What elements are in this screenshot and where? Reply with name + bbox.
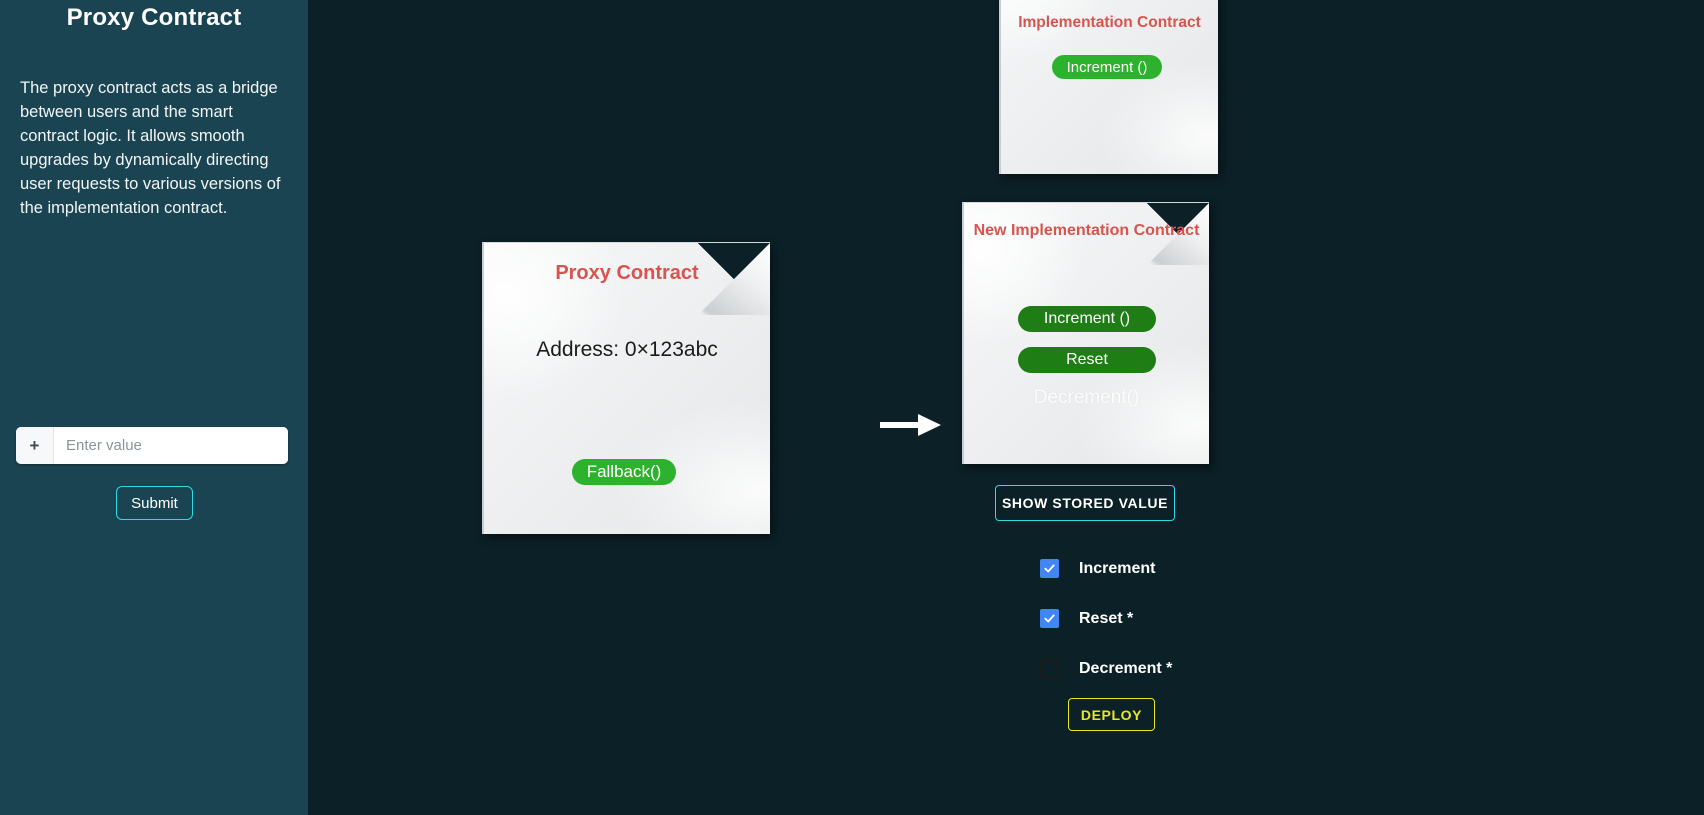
implementation-contract-title: Implementation Contract: [1018, 14, 1201, 31]
new-implementation-contract-title: New Implementation Contract: [973, 222, 1200, 239]
arrow-right-icon: [880, 412, 942, 438]
value-input[interactable]: [54, 427, 288, 464]
checkbox-label-decrement[interactable]: Decrement *: [1079, 660, 1172, 678]
new-impl-increment-pill[interactable]: Increment (): [1018, 306, 1156, 332]
submit-button[interactable]: Submit: [116, 486, 193, 520]
checkbox-reset[interactable]: [1040, 609, 1059, 628]
main-canvas: Implementation Contract Increment () Pro…: [308, 0, 1704, 815]
checkbox-increment[interactable]: [1040, 559, 1059, 578]
paper-sheen: [484, 243, 770, 534]
paper-sheen: [964, 203, 1209, 464]
deploy-button[interactable]: DEPLOY: [1068, 698, 1155, 731]
value-input-group[interactable]: +: [16, 427, 288, 464]
proxy-contract-address: Address: 0×123abc: [536, 338, 718, 361]
page-title: Proxy Contract: [66, 4, 242, 31]
sidebar-description: The proxy contract acts as a bridge betw…: [20, 79, 281, 217]
show-stored-value-button[interactable]: SHOW STORED VALUE: [995, 485, 1175, 521]
proxy-contract-title: Proxy Contract: [555, 262, 699, 284]
fallback-pill[interactable]: Fallback(): [572, 459, 676, 485]
checkbox-row-reset[interactable]: Reset *: [1040, 609, 1133, 628]
plus-icon[interactable]: +: [16, 427, 54, 464]
checkbox-label-reset[interactable]: Reset *: [1079, 610, 1133, 628]
new-implementation-contract-card: New Implementation Contract Increment ()…: [962, 202, 1209, 464]
sidebar: Proxy Contract The proxy contract acts a…: [0, 0, 308, 815]
new-impl-decrement-label: Decrement(): [1033, 387, 1140, 408]
implementation-increment-pill[interactable]: Increment (): [1052, 55, 1162, 79]
checkbox-row-increment[interactable]: Increment: [1040, 559, 1155, 578]
implementation-contract-card: Implementation Contract Increment (): [999, 0, 1218, 174]
checkbox-row-decrement[interactable]: Decrement *: [1040, 659, 1172, 678]
new-impl-reset-pill[interactable]: Reset: [1018, 347, 1156, 373]
checkbox-decrement[interactable]: [1040, 659, 1059, 678]
proxy-contract-card: Proxy Contract Address: 0×123abc Fallbac…: [482, 242, 770, 534]
checkbox-label-increment[interactable]: Increment: [1079, 560, 1155, 578]
